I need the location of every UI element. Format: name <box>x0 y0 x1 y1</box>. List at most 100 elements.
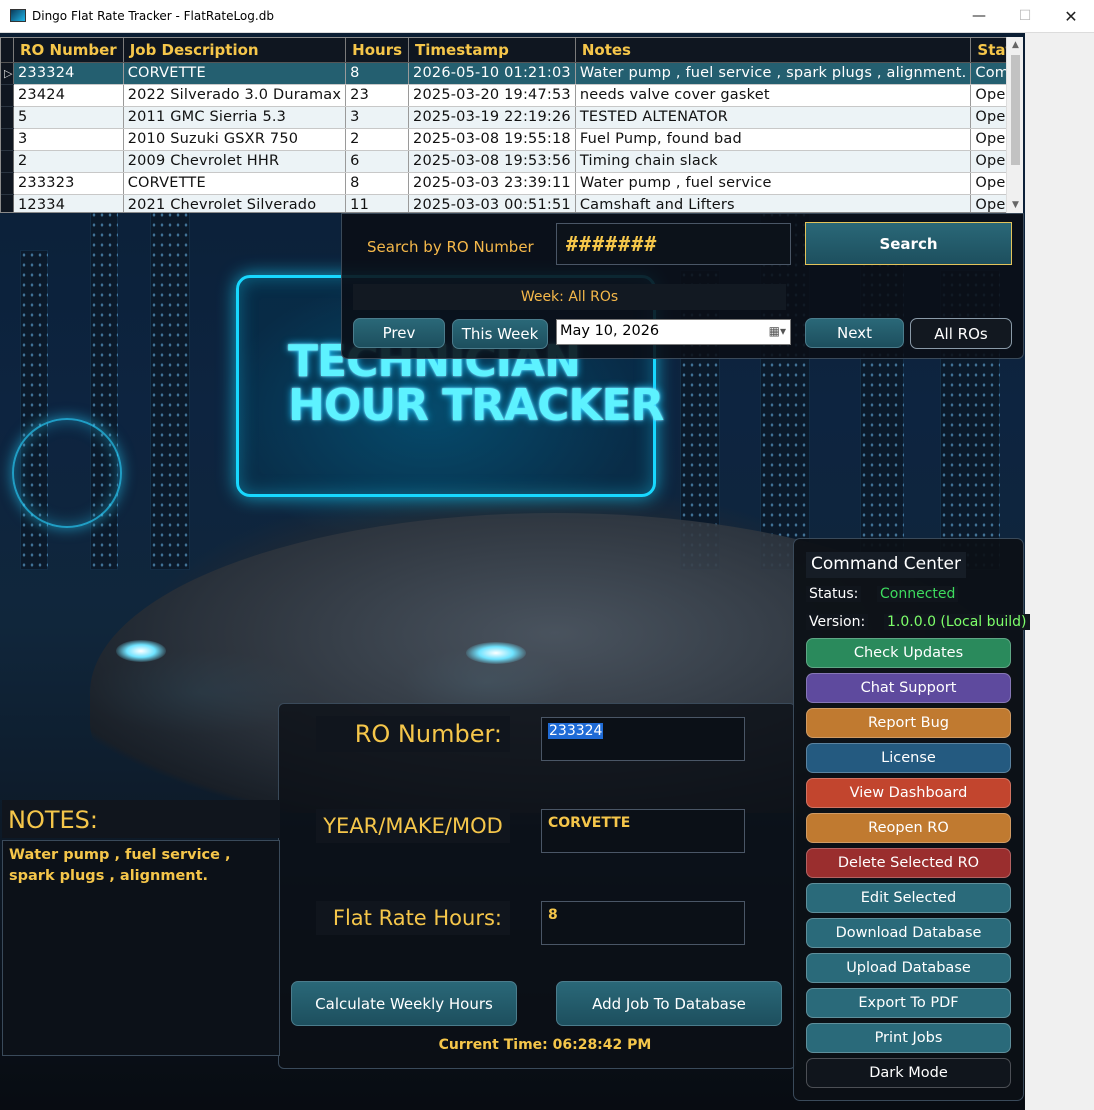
table-cell[interactable]: 23424 <box>13 84 124 107</box>
calculate-weekly-hours-button[interactable]: Calculate Weekly Hours <box>291 981 517 1026</box>
ro-number-label: RO Number: <box>316 716 510 752</box>
table-row[interactable]: 233323 CORVETTE 8 2025-03-03 23:39:11 Water … <box>1 172 1022 195</box>
table-cell[interactable]: 2025-03-19 22:19:26 <box>408 106 576 129</box>
table-cell[interactable]: 2025-03-08 19:55:18 <box>408 128 576 151</box>
table-cell[interactable]: 2025-03-08 19:53:56 <box>408 150 576 173</box>
date-value: May 10, 2026 <box>560 323 660 339</box>
table-cell[interactable]: Fuel Pump, found bad <box>575 128 972 151</box>
table-row[interactable]: 2 2009 Chevrolet HHR 6 2025-03-08 19:53:56 T… <box>1 150 1022 173</box>
ro-search-input[interactable]: ####### <box>556 223 791 265</box>
license-button[interactable]: License <box>806 743 1011 773</box>
scroll-thumb[interactable] <box>1011 55 1020 165</box>
table-cell[interactable]: 12334 <box>13 194 124 212</box>
table-cell[interactable]: 2022 Silverado 3.0 Duramax <box>123 84 347 107</box>
table-cell[interactable]: Timing chain slack <box>575 150 972 173</box>
version-label: Version: <box>806 614 869 630</box>
table-cell[interactable]: Camshaft and Lifters <box>575 194 972 212</box>
window-title: Dingo Flat Rate Tracker - FlatRateLog.db <box>32 9 274 23</box>
this-week-button[interactable]: This Week <box>452 319 548 349</box>
table-cell[interactable]: needs valve cover gasket <box>575 84 972 107</box>
table-cell[interactable]: 2025-03-20 19:47:53 <box>408 84 576 107</box>
flat-rate-hours-label: Flat Rate Hours: <box>316 901 510 935</box>
add-job-button[interactable]: Add Job To Database <box>556 981 782 1026</box>
column-header[interactable]: Notes <box>575 38 972 63</box>
title-bar: Dingo Flat Rate Tracker - FlatRateLog.db… <box>0 0 1094 33</box>
current-time: Current Time: 06:28:42 PM <box>438 1037 652 1053</box>
table-cell[interactable]: Water pump , fuel service <box>575 172 972 195</box>
reopen-ro-button[interactable]: Reopen RO <box>806 813 1011 843</box>
table-cell[interactable]: CORVETTE <box>123 62 347 85</box>
row-header[interactable] <box>1 106 14 129</box>
table-cell[interactable]: 2009 Chevrolet HHR <box>123 150 347 173</box>
row-header-corner <box>1 38 14 63</box>
table-cell[interactable]: 8 <box>345 172 410 195</box>
table-cell[interactable]: 2011 GMC Sierria 5.3 <box>123 106 347 129</box>
table-cell[interactable]: TESTED ALTENATOR <box>575 106 972 129</box>
column-header[interactable]: Job Description <box>123 38 347 63</box>
flat-rate-hours-field[interactable]: 8 <box>541 901 745 945</box>
row-header[interactable] <box>1 150 14 173</box>
table-cell[interactable]: Water pump , fuel service , spark plugs … <box>575 62 972 85</box>
row-header[interactable] <box>1 172 14 195</box>
row-header[interactable] <box>1 194 14 212</box>
dark-mode-button[interactable]: Dark Mode <box>806 1058 1011 1088</box>
maximize-button[interactable]: ☐ <box>1002 0 1048 32</box>
row-header[interactable]: ▷ <box>1 62 14 85</box>
table-cell[interactable]: CORVETTE <box>123 172 347 195</box>
export-to-pdf-button[interactable]: Export To PDF <box>806 988 1011 1018</box>
all-ros-button[interactable]: All ROs <box>910 318 1012 349</box>
table-cell[interactable]: 2025-03-03 00:51:51 <box>408 194 576 212</box>
table-cell[interactable]: 2025-03-03 23:39:11 <box>408 172 576 195</box>
grid-scrollbar[interactable]: ▲ ▼ <box>1006 37 1023 213</box>
check-updates-button[interactable]: Check Updates <box>806 638 1011 668</box>
view-dashboard-button[interactable]: View Dashboard <box>806 778 1011 808</box>
notes-textarea[interactable]: Water pump , fuel service , spark plugs … <box>2 840 280 1056</box>
download-database-button[interactable]: Download Database <box>806 918 1011 948</box>
column-header[interactable]: Hours <box>345 38 410 63</box>
status-label: Status: <box>806 586 862 602</box>
print-jobs-button[interactable]: Print Jobs <box>806 1023 1011 1053</box>
ro-data-grid[interactable]: RO Number Job Description Hours Timestamp No… <box>0 37 1023 213</box>
year-make-model-field[interactable]: CORVETTE <box>541 809 745 853</box>
table-row[interactable]: 5 2011 GMC Sierria 5.3 3 2025-03-19 22:19:2… <box>1 106 1022 129</box>
status-value: Connected <box>877 586 959 602</box>
table-cell[interactable]: 8 <box>345 62 410 85</box>
minimize-button[interactable]: — <box>956 0 1002 32</box>
row-header[interactable] <box>1 84 14 107</box>
table-cell[interactable]: 2010 Suzuki GSXR 750 <box>123 128 347 151</box>
column-header[interactable]: RO Number <box>13 38 124 63</box>
table-row[interactable]: ▷ 233324 CORVETTE 8 2026-05-10 01:21:03 Water… <box>1 62 1022 85</box>
ro-number-field[interactable]: 233324 <box>541 717 745 761</box>
next-week-button[interactable]: Next <box>805 318 904 348</box>
scroll-up-icon[interactable]: ▲ <box>1007 37 1024 53</box>
scroll-down-icon[interactable]: ▼ <box>1007 197 1024 213</box>
table-cell[interactable]: 2 <box>13 150 124 173</box>
table-cell[interactable]: 11 <box>345 194 410 212</box>
prev-week-button[interactable]: Prev <box>353 318 445 348</box>
table-row[interactable]: 12334 2021 Chevrolet Silverado 11 2025-03-0… <box>1 194 1022 212</box>
report-bug-button[interactable]: Report Bug <box>806 708 1011 738</box>
notes-title: NOTES: <box>2 800 280 838</box>
row-header[interactable] <box>1 128 14 151</box>
table-cell[interactable]: 2 <box>345 128 410 151</box>
upload-database-button[interactable]: Upload Database <box>806 953 1011 983</box>
table-cell[interactable]: 5 <box>13 106 124 129</box>
calendar-dropdown-icon[interactable]: ▦▾ <box>764 324 786 340</box>
table-cell[interactable]: 233323 <box>13 172 124 195</box>
table-cell[interactable]: 2026-05-10 01:21:03 <box>408 62 576 85</box>
table-cell[interactable]: 3 <box>13 128 124 151</box>
search-button[interactable]: Search <box>805 222 1012 265</box>
table-cell[interactable]: 2021 Chevrolet Silverado <box>123 194 347 212</box>
delete-selected-ro-button[interactable]: Delete Selected RO <box>806 848 1011 878</box>
close-button[interactable]: ✕ <box>1048 0 1094 32</box>
table-cell[interactable]: 3 <box>345 106 410 129</box>
chat-support-button[interactable]: Chat Support <box>806 673 1011 703</box>
week-date-picker[interactable]: May 10, 2026 ▦▾ <box>556 319 791 345</box>
table-cell[interactable]: 23 <box>345 84 410 107</box>
table-cell[interactable]: 233324 <box>13 62 124 85</box>
table-row[interactable]: 23424 2022 Silverado 3.0 Duramax 23 2025-03… <box>1 84 1022 107</box>
column-header[interactable]: Timestamp <box>408 38 576 63</box>
edit-selected-button[interactable]: Edit Selected <box>806 883 1011 913</box>
table-row[interactable]: 3 2010 Suzuki GSXR 750 2 2025-03-08 19:55:1… <box>1 128 1022 151</box>
table-cell[interactable]: 6 <box>345 150 410 173</box>
